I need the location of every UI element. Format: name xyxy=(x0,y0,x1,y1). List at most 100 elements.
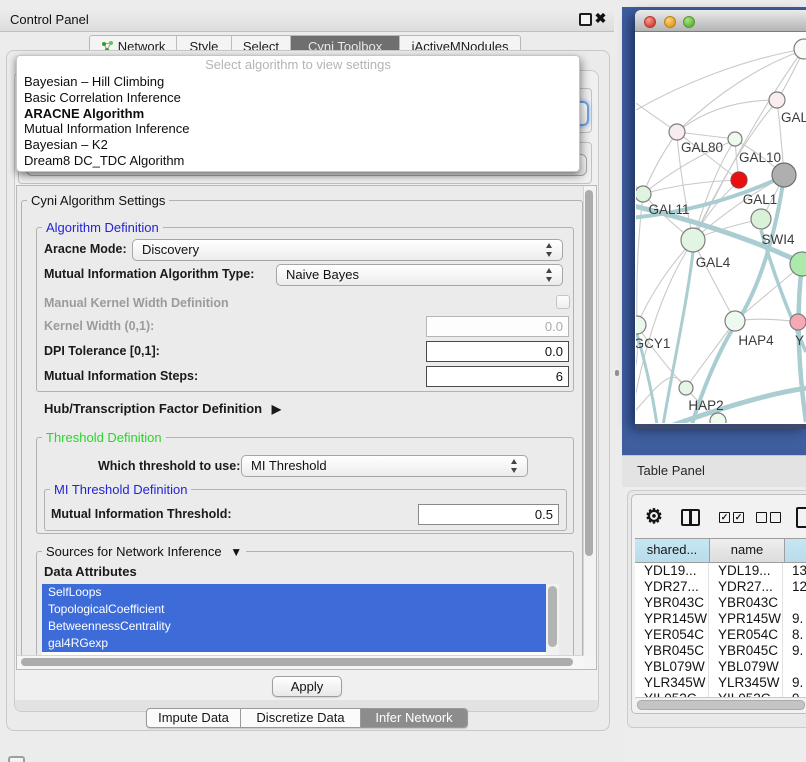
table-row[interactable]: YBL079WYBL079W xyxy=(635,659,806,675)
combo-arrows-icon xyxy=(546,268,553,282)
mi-steps-label: Mutual Information Steps: xyxy=(44,368,198,385)
node-label: GAL1 xyxy=(743,192,778,207)
apply-button[interactable]: Apply xyxy=(272,676,342,697)
hub-definition-label: Hub/Transcription Factor Definition xyxy=(44,401,262,416)
column-header-1[interactable]: name xyxy=(710,539,785,562)
settings-vertical-scrollbar[interactable] xyxy=(583,186,596,656)
tab-discretize-data[interactable]: Discretize Data xyxy=(240,709,360,727)
node-table-body: YDL19...YDL19...13YDR27...YDR27...12YBR0… xyxy=(635,563,806,698)
algorithm-option[interactable]: Mutual Information Inference xyxy=(17,121,579,137)
attribute-list-item[interactable]: BetweennessCentrality xyxy=(42,618,546,635)
algorithm-option[interactable]: Dream8 DC_TDC Algorithm xyxy=(17,153,579,169)
column-header-2[interactable]: A xyxy=(785,539,806,562)
table-row[interactable]: YLR345WYLR345W9. xyxy=(635,675,806,691)
table-cell: YDL19... xyxy=(635,563,709,579)
attribute-list-item[interactable]: gal4RGexp xyxy=(42,635,546,652)
kernel-width-field[interactable]: 0.0 xyxy=(426,316,569,337)
network-graph-canvas[interactable]: GAL7GAL80GAL10GAL1GAL11SWI4GAL4GCY1HAP4Y… xyxy=(636,31,806,423)
table-cell: 8. xyxy=(783,627,806,643)
cyni-bottom-tabs: Impute DataDiscretize DataInfer Network xyxy=(146,708,468,728)
table-panel-title: Table Panel xyxy=(637,456,705,485)
table-row[interactable]: YDR27...YDR27...12 xyxy=(635,579,806,595)
table-settings-gear-icon[interactable]: ⚙ xyxy=(645,507,663,527)
network-window-titlebar[interactable] xyxy=(635,10,806,32)
sources-group-title[interactable]: Sources for Network Inference ▼ xyxy=(42,544,246,560)
network-node[interactable] xyxy=(769,92,785,108)
network-node[interactable] xyxy=(751,209,771,229)
network-node[interactable] xyxy=(636,316,646,334)
split-columns-icon[interactable] xyxy=(681,509,700,526)
network-edge xyxy=(636,377,686,423)
mi-type-label: Mutual Information Algorithm Type: xyxy=(44,266,254,283)
mi-type-value: Naive Bayes xyxy=(286,265,359,285)
collapsed-arrow-icon: ▶ xyxy=(266,402,281,416)
network-node[interactable] xyxy=(636,186,651,202)
deselect-all-columns-icon[interactable] xyxy=(756,512,781,523)
data-attributes-list[interactable]: SelfLoopsTopologicalCoefficientBetweenne… xyxy=(42,584,559,656)
network-node[interactable] xyxy=(790,314,806,330)
table-cell: YLR345W xyxy=(635,675,709,691)
table-panel-header[interactable]: Table Panel xyxy=(622,455,806,488)
table-row[interactable]: YBR043CYBR043C xyxy=(635,595,806,611)
algorithm-popup-prompt: Select algorithm to view settings xyxy=(17,56,579,74)
algorithm-option[interactable]: ARACNE Algorithm xyxy=(17,106,579,122)
algorithm-option[interactable]: Basic Correlation Inference xyxy=(17,90,579,106)
network-node[interactable] xyxy=(728,132,742,146)
mi-type-combo[interactable]: Naive Bayes xyxy=(276,264,563,286)
tab-infer-network[interactable]: Infer Network xyxy=(360,709,467,727)
close-window-icon[interactable]: ✖ xyxy=(594,12,607,25)
checked-box-icon: ✓ xyxy=(719,512,730,523)
manual-kernel-checkbox[interactable] xyxy=(556,295,570,309)
mi-steps-field[interactable]: 6 xyxy=(426,366,569,387)
close-traffic-light-icon[interactable] xyxy=(644,16,656,28)
splitpane-divider-handle[interactable] xyxy=(615,370,619,376)
algorithm-option[interactable]: Bayesian – Hill Climbing xyxy=(17,74,579,90)
settings-vscrollbar-thumb[interactable] xyxy=(585,190,593,556)
table-row[interactable]: YPR145WYPR145W9. xyxy=(635,611,806,627)
table-cell: YBL079W xyxy=(635,659,709,675)
network-node[interactable] xyxy=(725,311,745,331)
network-node[interactable] xyxy=(710,413,726,423)
minimized-panel-icon[interactable] xyxy=(8,756,25,762)
aracne-mode-combo[interactable]: Discovery xyxy=(132,239,563,261)
settings-scrollpane: Cyni Algorithm Settings Algorithm Defini… xyxy=(16,185,597,670)
algorithm-option[interactable]: Bayesian – K2 xyxy=(17,137,579,153)
table-row[interactable]: YBR045CYBR045C9. xyxy=(635,643,806,659)
table-cell: YER054C xyxy=(635,627,709,643)
mi-threshold-field[interactable]: 0.5 xyxy=(418,504,559,525)
sources-title-text: Sources for Network Inference xyxy=(46,544,222,559)
settings-hscrollbar-thumb[interactable] xyxy=(21,658,573,666)
table-horizontal-scrollbar[interactable] xyxy=(635,697,806,711)
float-window-icon[interactable] xyxy=(579,13,592,26)
zoom-traffic-light-icon[interactable] xyxy=(683,16,695,28)
network-node[interactable] xyxy=(679,381,693,395)
threshold-definition-title: Threshold Definition xyxy=(42,430,166,445)
export-table-icon[interactable] xyxy=(796,507,806,528)
hub-definition-toggle[interactable]: Hub/Transcription Factor Definition ▶ xyxy=(44,400,281,418)
node-label: GAL4 xyxy=(696,255,731,270)
network-node[interactable] xyxy=(731,172,747,188)
minimize-traffic-light-icon[interactable] xyxy=(664,16,676,28)
network-node[interactable] xyxy=(772,163,796,187)
algorithm-popup-items: Bayesian – Hill ClimbingBasic Correlatio… xyxy=(17,74,579,169)
column-header-0[interactable]: shared... xyxy=(635,539,710,562)
tab-impute-data[interactable]: Impute Data xyxy=(147,709,240,727)
table-cell: YDL19... xyxy=(709,563,783,579)
table-row[interactable]: YDL19...YDL19...13 xyxy=(635,563,806,579)
which-threshold-combo[interactable]: MI Threshold xyxy=(241,455,528,477)
select-all-columns-icon[interactable]: ✓ ✓ xyxy=(719,512,744,523)
table-hscrollbar-thumb[interactable] xyxy=(637,700,805,710)
network-node[interactable] xyxy=(681,228,705,252)
table-cell xyxy=(783,595,806,611)
settings-horizontal-scrollbar[interactable] xyxy=(17,655,584,669)
network-node[interactable] xyxy=(794,39,806,59)
dpi-tolerance-field[interactable]: 0.0 xyxy=(426,341,569,362)
network-edge-highlighted xyxy=(648,388,806,423)
attribute-list-item[interactable]: SelfLoops xyxy=(42,584,546,601)
control-panel-titlebar[interactable]: Control Panel ✖ xyxy=(0,8,614,32)
attributes-scrollbar-thumb[interactable] xyxy=(548,586,557,647)
attributes-list-scrollbar[interactable] xyxy=(546,584,559,656)
network-node[interactable] xyxy=(669,124,685,140)
table-row[interactable]: YER054CYER054C8. xyxy=(635,627,806,643)
attribute-list-item[interactable]: TopologicalCoefficient xyxy=(42,601,546,618)
